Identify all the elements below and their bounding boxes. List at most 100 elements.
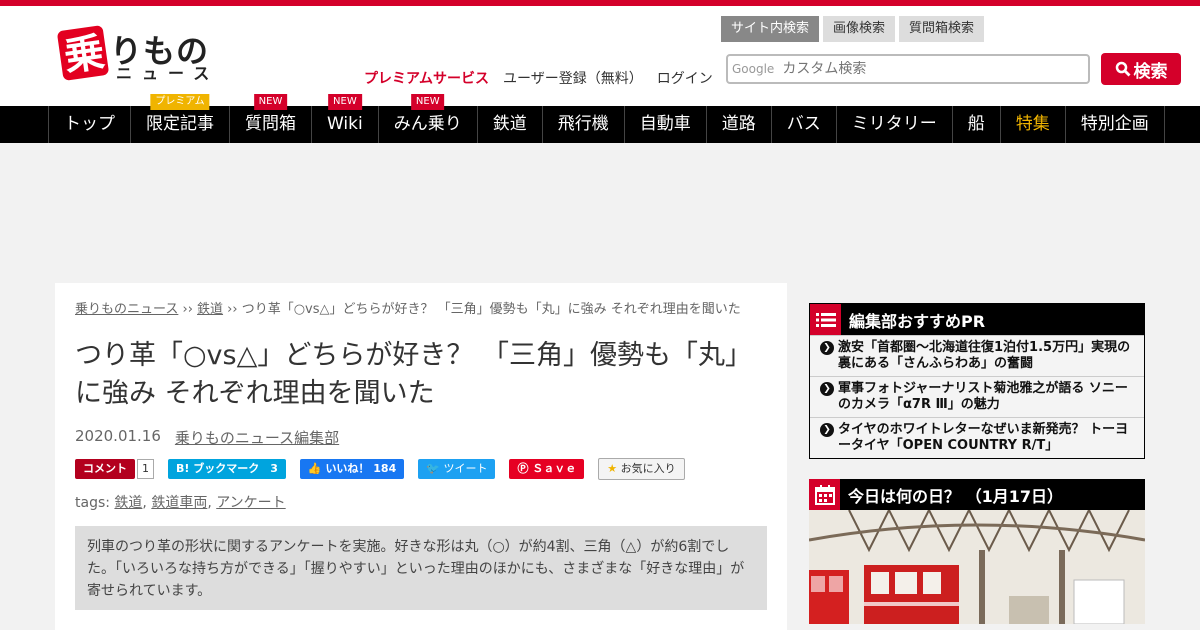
nav-label: 特集 xyxy=(1015,114,1050,134)
google-brand: Google xyxy=(732,62,775,76)
nav-bus[interactable]: バス xyxy=(770,106,836,143)
article-main: 乗りものニュース ›› 鉄道 ›› つり革「○vs△」どちらが好き？ 「三角」優… xyxy=(55,283,787,630)
login-link[interactable]: ログイン xyxy=(657,68,713,88)
favorite-button[interactable]: ★ お気に入り xyxy=(598,458,685,480)
hatena-bookmark-button[interactable]: B! ブックマーク 3 xyxy=(168,459,286,479)
site-header: 乗 りもの ニュース プレミアムサービス ユーザー登録（無料） ログイン サイト… xyxy=(0,6,1200,106)
new-badge: NEW xyxy=(328,94,362,110)
nav-top[interactable]: トップ xyxy=(48,106,130,143)
pr-item[interactable]: ❯ 軍事フォトジャーナリスト菊池雅之が語る ソニーのカメラ「α7R Ⅲ」の魅力 xyxy=(810,376,1144,417)
today-header: 今日は何の日？ （1月17日） xyxy=(809,479,1145,510)
nav-label: 船 xyxy=(967,114,985,134)
pr-item[interactable]: ❯ 激安「首都圏～北海道往復1泊付1.5万円」実現の裏にある「さんふらわあ」の奮闘 xyxy=(810,335,1144,376)
today-title: 今日は何の日？ （1月17日） xyxy=(848,486,1063,506)
breadcrumb: 乗りものニュース ›› 鉄道 ›› つり革「○vs△」どちらが好き？ 「三角」優… xyxy=(75,301,765,319)
pr-box: 編集部おすすめPR ❯ 激安「首都圏～北海道往復1泊付1.5万円」実現の裏にある「… xyxy=(809,303,1145,459)
tag-link[interactable]: 鉄道 xyxy=(114,495,142,511)
ad-space xyxy=(0,143,1200,283)
nav-label: 鉄道 xyxy=(492,114,527,134)
today-photo[interactable] xyxy=(809,510,1145,624)
arrow-right-icon: ❯ xyxy=(820,341,834,355)
comment-count: 1 xyxy=(137,459,154,479)
nav-wiki[interactable]: NEW Wiki xyxy=(311,94,378,143)
register-link[interactable]: ユーザー登録（無料） xyxy=(503,68,643,88)
breadcrumb-current: つり革「○vs△」どちらが好き？ 「三角」優勢も「丸」に強み それぞれ理由を聞い… xyxy=(241,302,741,317)
nav-label: トップ xyxy=(64,114,115,134)
nav-label: ミリタリー xyxy=(851,114,937,134)
fb-label: いいね！ xyxy=(325,462,370,475)
nav-road[interactable]: 道路 xyxy=(705,106,771,143)
logo-mark: 乗 xyxy=(56,25,110,81)
pr-header: 編集部おすすめPR xyxy=(810,304,1144,335)
tab-site-search[interactable]: サイト内検索 xyxy=(721,16,820,42)
facebook-like-button[interactable]: 👍 いいね！ 184 xyxy=(299,459,405,479)
breadcrumb-separator: ›› xyxy=(178,302,198,317)
site-logo[interactable]: 乗 りもの ニュース xyxy=(56,25,230,83)
calendar-icon xyxy=(809,479,840,510)
breadcrumb-home[interactable]: 乗りものニュース xyxy=(75,302,178,317)
share-bar: コメント 1 B! ブックマーク 3 👍 いいね！ 184 🐦 ツイート Ⓟ Ｓ… xyxy=(75,458,767,480)
header-links: プレミアムサービス ユーザー登録（無料） ログイン xyxy=(364,68,713,88)
nav-label: 自動車 xyxy=(639,114,691,134)
breadcrumb-category[interactable]: 鉄道 xyxy=(197,302,223,317)
article-meta: 2020.01.16 乗りものニュース編集部 xyxy=(75,427,767,448)
nav-feature[interactable]: 特集 xyxy=(999,106,1065,143)
twitter-bird-icon: 🐦 xyxy=(426,462,440,475)
article-summary: 列車のつり革の形状に関するアンケートを実施。好きな形は丸（○）が約4割、三角（△… xyxy=(75,526,767,610)
nav-special-project[interactable]: 特別企画 xyxy=(1064,106,1165,143)
arrow-right-icon: ❯ xyxy=(820,423,834,437)
thumbs-up-icon: 👍 xyxy=(307,462,322,475)
hatena-label: B! ブックマーク xyxy=(176,462,260,475)
nav-ship[interactable]: 船 xyxy=(951,106,1000,143)
article-title: つり革「○vs△」どちらが好き？ 「三角」優勢も「丸」に強み それぞれ理由を聞い… xyxy=(75,340,752,409)
nav-label: みん乗り xyxy=(393,114,462,134)
nav-label: 限定記事 xyxy=(146,114,214,134)
arrow-right-icon: ❯ xyxy=(820,382,834,396)
comment-label: コメント xyxy=(83,462,127,475)
pr-item[interactable]: ❯ タイヤのホワイトレターなぜいま新発売？ トーヨータイヤ「OPEN COUNTR… xyxy=(810,417,1144,458)
pr-item-text: 軍事フォトジャーナリスト菊池雅之が語る ソニーのカメラ「α7R Ⅲ」の魅力 xyxy=(838,381,1128,412)
premium-service-link[interactable]: プレミアムサービス xyxy=(364,68,489,88)
new-badge: NEW xyxy=(410,94,445,110)
nav-question-box[interactable]: NEW 質問箱 xyxy=(229,94,311,143)
pinterest-save-button[interactable]: Ⓟ Ｓａｖｅ xyxy=(509,459,585,479)
pr-item-text: 激安「首都圏～北海道往復1泊付1.5万円」実現の裏にある「さんふらわあ」の奮闘 xyxy=(838,340,1131,371)
comment-button[interactable]: コメント xyxy=(75,459,135,479)
nav-label: 質問箱 xyxy=(245,114,296,134)
nav-car[interactable]: 自動車 xyxy=(623,106,706,143)
premium-badge: プレミアム xyxy=(150,94,210,110)
search-button[interactable]: 検索 xyxy=(1101,53,1181,85)
tweet-button[interactable]: 🐦 ツイート xyxy=(418,459,496,479)
tag-link[interactable]: アンケート xyxy=(216,495,285,511)
sidebar: 編集部おすすめPR ❯ 激安「首都圏～北海道往復1泊付1.5万円」実現の裏にある「… xyxy=(809,303,1145,624)
nav-label: 道路 xyxy=(721,114,756,134)
tag-link[interactable]: 鉄道車両 xyxy=(151,495,207,511)
search-input[interactable] xyxy=(782,61,1053,77)
star-icon: ★ xyxy=(607,462,618,475)
logo-kanji: 乗 xyxy=(61,29,108,81)
logo-text-sub: ニュース xyxy=(116,64,220,83)
nav-label: Wiki xyxy=(327,114,363,134)
nav-military[interactable]: ミリタリー xyxy=(835,106,952,143)
nav-label: バス xyxy=(786,114,821,134)
pinterest-icon: Ⓟ xyxy=(517,462,529,475)
tweet-label: ツイート xyxy=(443,462,488,475)
article-date: 2020.01.16 xyxy=(75,427,161,445)
list-icon xyxy=(810,304,841,335)
fb-count: 184 xyxy=(373,462,397,475)
hatena-count: 3 xyxy=(270,462,278,475)
nav-minnori[interactable]: NEW みん乗り xyxy=(377,94,477,143)
nav-aircraft[interactable]: 飛行機 xyxy=(541,106,624,143)
article-author[interactable]: 乗りものニュース編集部 xyxy=(175,427,339,448)
pr-item-text: タイヤのホワイトレターなぜいま新発売？ トーヨータイヤ「OPEN COUNTRY… xyxy=(838,422,1129,453)
breadcrumb-separator: ›› xyxy=(223,302,242,317)
nav-premium-articles[interactable]: プレミアム 限定記事 xyxy=(130,94,229,143)
search-box: Google xyxy=(726,54,1090,84)
nav-railway[interactable]: 鉄道 xyxy=(476,106,542,143)
tag-list: tags: 鉄道, 鉄道車両, アンケート xyxy=(75,495,286,511)
new-badge: NEW xyxy=(253,94,288,110)
tab-question-search[interactable]: 質問箱検索 xyxy=(899,16,985,42)
tab-image-search[interactable]: 画像検索 xyxy=(823,16,896,42)
nav-label: 飛行機 xyxy=(557,114,609,134)
search-button-label: 検索 xyxy=(1133,61,1168,82)
